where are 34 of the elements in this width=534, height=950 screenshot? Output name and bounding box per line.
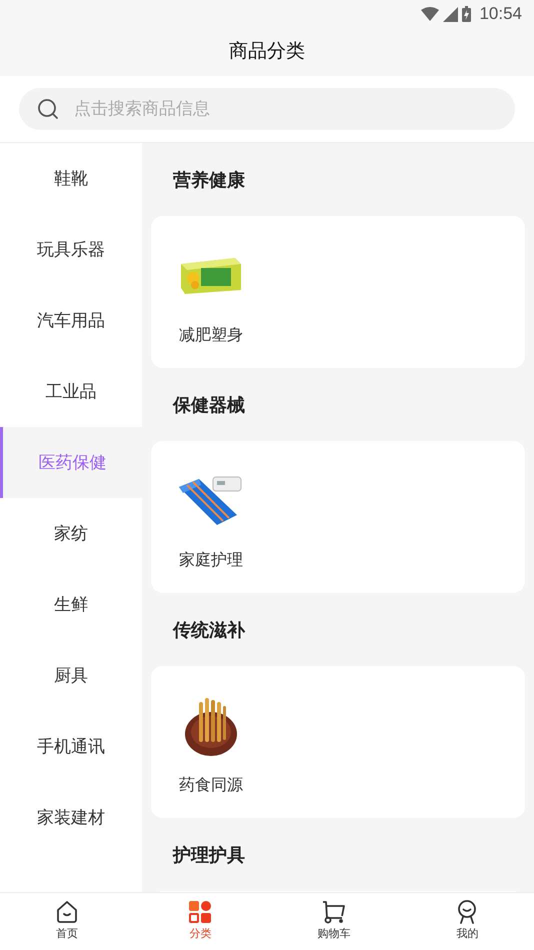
tab-bar-item[interactable]: 购物车 xyxy=(267,893,400,950)
section-heading: 护理护具 xyxy=(172,844,246,867)
section-heading: 保健器械 xyxy=(172,394,246,417)
subcategory-label: 减肥塑身 xyxy=(179,325,243,346)
category-item[interactable]: 汽车用品 xyxy=(0,285,142,356)
section-heading: 传统滋补 xyxy=(172,619,246,642)
search-icon xyxy=(37,98,59,120)
category-item[interactable]: 鞋靴 xyxy=(0,143,142,214)
subcategory-tile[interactable]: 药食同源 xyxy=(171,688,251,818)
wifi-icon xyxy=(421,7,440,21)
category-item[interactable]: 厨具 xyxy=(0,640,142,711)
status-time: 10:54 xyxy=(479,3,522,26)
cart-icon xyxy=(322,900,346,924)
category-item[interactable]: 家纺 xyxy=(0,498,142,569)
section-heading: 营养健康 xyxy=(172,169,246,192)
subcategory-tile[interactable]: 减肥塑身 xyxy=(171,238,251,368)
battery-icon xyxy=(462,6,472,22)
category-item[interactable]: 工业品 xyxy=(0,356,142,427)
signal-icon xyxy=(443,6,458,22)
subcategory-tile[interactable]: 家庭护理 xyxy=(171,463,251,593)
home-icon xyxy=(54,900,79,924)
tab-bar-item[interactable]: 分类 xyxy=(134,893,267,950)
category-item[interactable]: 手机通讯 xyxy=(0,711,142,782)
category-item[interactable]: 玩具乐器 xyxy=(0,214,142,285)
tab-bar-item[interactable]: 我的 xyxy=(400,893,534,950)
category-item[interactable]: 医药保健 xyxy=(0,427,142,498)
subcategory-label: 家庭护理 xyxy=(179,550,243,571)
search-field[interactable]: 点击搜索商品信息 xyxy=(19,88,515,130)
tab-bar-item[interactable]: 首页 xyxy=(0,893,134,950)
subcategory-label: 药食同源 xyxy=(179,776,243,796)
category-item[interactable]: 生鲜 xyxy=(0,569,142,640)
page-title: 商品分类 xyxy=(229,40,305,64)
category-item[interactable]: 家装建材 xyxy=(0,782,142,853)
category-icon xyxy=(188,900,212,924)
